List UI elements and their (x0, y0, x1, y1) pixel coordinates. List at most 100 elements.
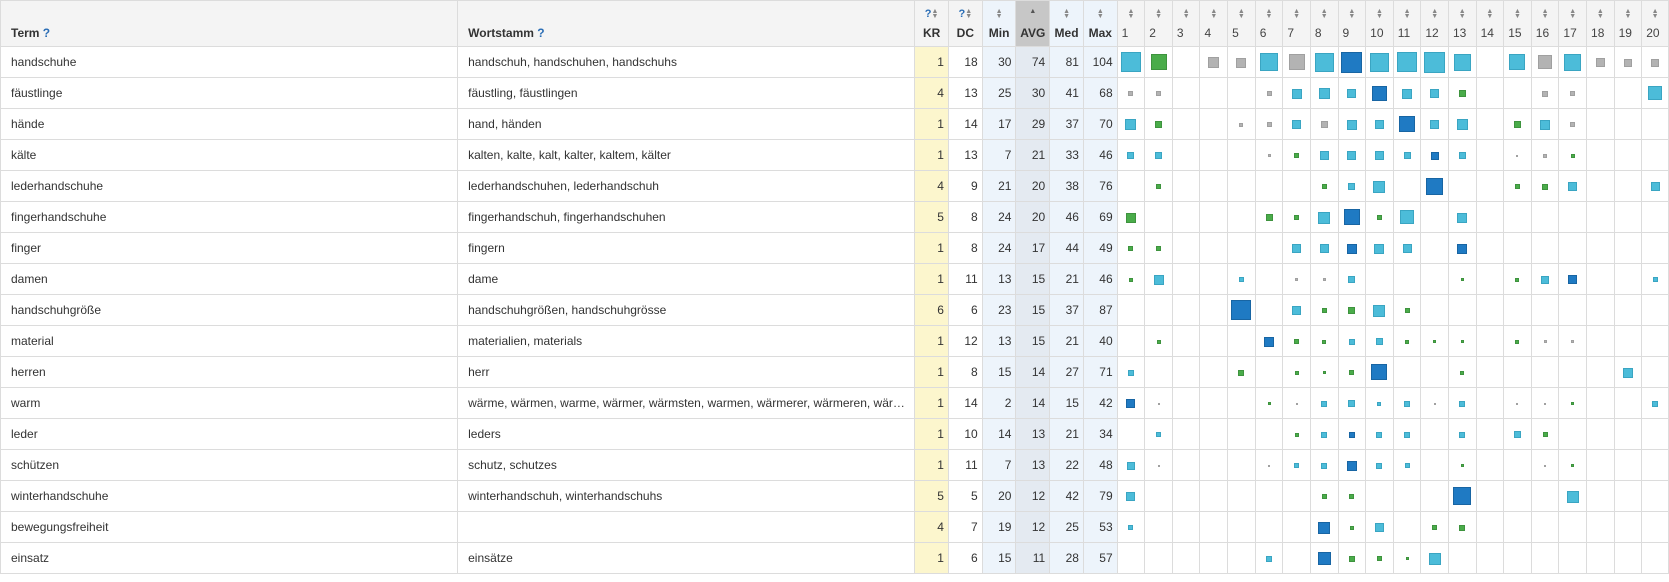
ranking-marker[interactable] (1457, 212, 1468, 223)
sort-toggle-icon[interactable]: ▲ ▼ (1394, 8, 1421, 20)
ranking-marker[interactable] (1125, 212, 1136, 223)
ranking-marker[interactable] (1453, 487, 1472, 505)
ranking-marker[interactable] (1369, 52, 1389, 72)
ranking-marker[interactable] (1156, 339, 1161, 344)
ranking-marker[interactable] (1349, 370, 1355, 376)
sort-toggle-icon[interactable]: ▲ ▼ (1532, 8, 1559, 20)
ranking-marker[interactable] (1515, 277, 1520, 282)
column-header-position-15[interactable]: ▲ ▼ 15 (1503, 0, 1532, 47)
ranking-marker[interactable] (1402, 88, 1413, 99)
column-header-position-12[interactable]: ▲ ▼ 12 (1420, 0, 1449, 47)
ranking-marker[interactable] (1404, 431, 1411, 438)
ranking-marker[interactable] (1349, 494, 1355, 500)
ranking-marker[interactable] (1652, 277, 1658, 283)
ranking-marker[interactable] (1400, 210, 1415, 225)
sort-toggle-icon[interactable]: ▲ ▼ (1145, 8, 1172, 20)
kr-help-icon[interactable]: ? (925, 9, 932, 20)
ranking-marker[interactable] (1321, 308, 1327, 314)
ranking-marker[interactable] (1543, 153, 1548, 158)
ranking-marker[interactable] (1322, 278, 1326, 282)
ranking-marker[interactable] (1568, 182, 1578, 192)
column-header-position-13[interactable]: ▲ ▼ 13 (1447, 0, 1477, 47)
ranking-marker[interactable] (1319, 244, 1329, 254)
ranking-marker[interactable] (1376, 431, 1383, 438)
table-row[interactable]: finger fingern 1 8 24 17 44 49 (0, 232, 1669, 264)
ranking-marker[interactable] (1294, 432, 1299, 437)
ranking-marker[interactable] (1318, 521, 1331, 534)
ranking-marker[interactable] (1542, 432, 1548, 438)
ranking-marker[interactable] (1460, 464, 1464, 468)
ranking-marker[interactable] (1265, 214, 1273, 222)
ranking-marker[interactable] (1127, 152, 1135, 160)
term-help-icon[interactable]: ? (43, 26, 50, 40)
ranking-marker[interactable] (1294, 339, 1300, 345)
ranking-marker[interactable] (1456, 119, 1468, 131)
column-header-position-18[interactable]: ▲ ▼ 18 (1586, 0, 1615, 47)
ranking-marker[interactable] (1374, 243, 1385, 254)
ranking-marker[interactable] (1371, 85, 1387, 101)
ranking-marker[interactable] (1457, 243, 1468, 254)
table-row[interactable]: handschuhe handschuh, handschuhen, handsc… (0, 46, 1669, 78)
column-header-term[interactable]: Term ? (0, 0, 459, 47)
ranking-marker[interactable] (1348, 338, 1355, 345)
ranking-marker[interactable] (1570, 122, 1576, 128)
ranking-marker[interactable] (1128, 91, 1134, 97)
column-header-stem[interactable]: Wortstamm ? (457, 0, 916, 47)
ranking-marker[interactable] (1321, 184, 1327, 190)
ranking-marker[interactable] (1516, 402, 1519, 405)
ranking-marker[interactable] (1321, 400, 1328, 407)
sort-toggle-icon[interactable]: ▲ ▼ (1173, 8, 1200, 20)
ranking-marker[interactable] (1430, 120, 1440, 130)
ranking-marker[interactable] (1399, 116, 1416, 132)
ranking-marker[interactable] (1294, 463, 1300, 469)
ranking-marker[interactable] (1515, 339, 1520, 344)
ranking-marker[interactable] (1651, 58, 1660, 67)
ranking-marker[interactable] (1430, 151, 1439, 160)
ranking-marker[interactable] (1346, 460, 1357, 471)
ranking-marker[interactable] (1374, 151, 1384, 161)
ranking-marker[interactable] (1458, 90, 1466, 98)
column-header-position-2[interactable]: ▲ ▼ 2 (1144, 0, 1173, 47)
ranking-marker[interactable] (1544, 402, 1547, 405)
ranking-marker[interactable] (1433, 340, 1437, 344)
ranking-marker[interactable] (1156, 432, 1162, 438)
column-header-position-4[interactable]: ▲ ▼ 4 (1199, 0, 1229, 47)
ranking-marker[interactable] (1347, 89, 1357, 99)
ranking-marker[interactable] (1348, 183, 1356, 191)
ranking-marker[interactable] (1155, 152, 1163, 160)
column-header-position-7[interactable]: ▲ ▼ 7 (1282, 0, 1311, 47)
ranking-marker[interactable] (1291, 88, 1302, 99)
table-row[interactable]: winterhandschuhe winterhandschuh, winterh… (0, 480, 1669, 512)
ranking-marker[interactable] (1267, 154, 1271, 158)
ranking-marker[interactable] (1570, 153, 1575, 158)
table-row[interactable]: fäustlinge fäustling, fäustlingen 4 13 25 30 4… (0, 77, 1669, 109)
ranking-marker[interactable] (1650, 182, 1660, 192)
column-header-med[interactable]: ▲ ▼ Med (1049, 0, 1084, 47)
ranking-marker[interactable] (1509, 54, 1526, 70)
ranking-marker[interactable] (1376, 462, 1383, 469)
ranking-marker[interactable] (1294, 370, 1299, 375)
ranking-marker[interactable] (1341, 51, 1363, 73)
ranking-marker[interactable] (1405, 557, 1409, 561)
ranking-marker[interactable] (1571, 340, 1575, 344)
ranking-marker[interactable] (1571, 464, 1575, 468)
ranking-marker[interactable] (1292, 244, 1302, 254)
ranking-marker[interactable] (1292, 306, 1302, 316)
sort-toggle-icon[interactable]: ▲ ▼ (1642, 8, 1668, 20)
ranking-marker[interactable] (1321, 431, 1328, 438)
ranking-marker[interactable] (1322, 339, 1327, 344)
ranking-marker[interactable] (1128, 277, 1133, 282)
sort-toggle-icon[interactable]: ▲ ▼ (1587, 8, 1614, 20)
sort-toggle-icon[interactable]: ▲ ▼ (1366, 8, 1393, 20)
ranking-marker[interactable] (1402, 244, 1412, 254)
column-header-position-3[interactable]: ▲ ▼ 3 (1171, 0, 1201, 47)
ranking-marker[interactable] (1538, 55, 1553, 70)
column-header-position-5[interactable]: ▲ ▼ 5 (1227, 0, 1256, 47)
sort-toggle-icon[interactable]: ▲ ▼ (983, 8, 1016, 20)
ranking-marker[interactable] (1516, 154, 1519, 157)
ranking-marker[interactable] (1267, 402, 1271, 406)
ranking-marker[interactable] (1317, 552, 1331, 566)
ranking-marker[interactable] (1428, 552, 1441, 565)
ranking-marker[interactable] (1208, 57, 1220, 69)
ranking-marker[interactable] (1318, 88, 1330, 100)
